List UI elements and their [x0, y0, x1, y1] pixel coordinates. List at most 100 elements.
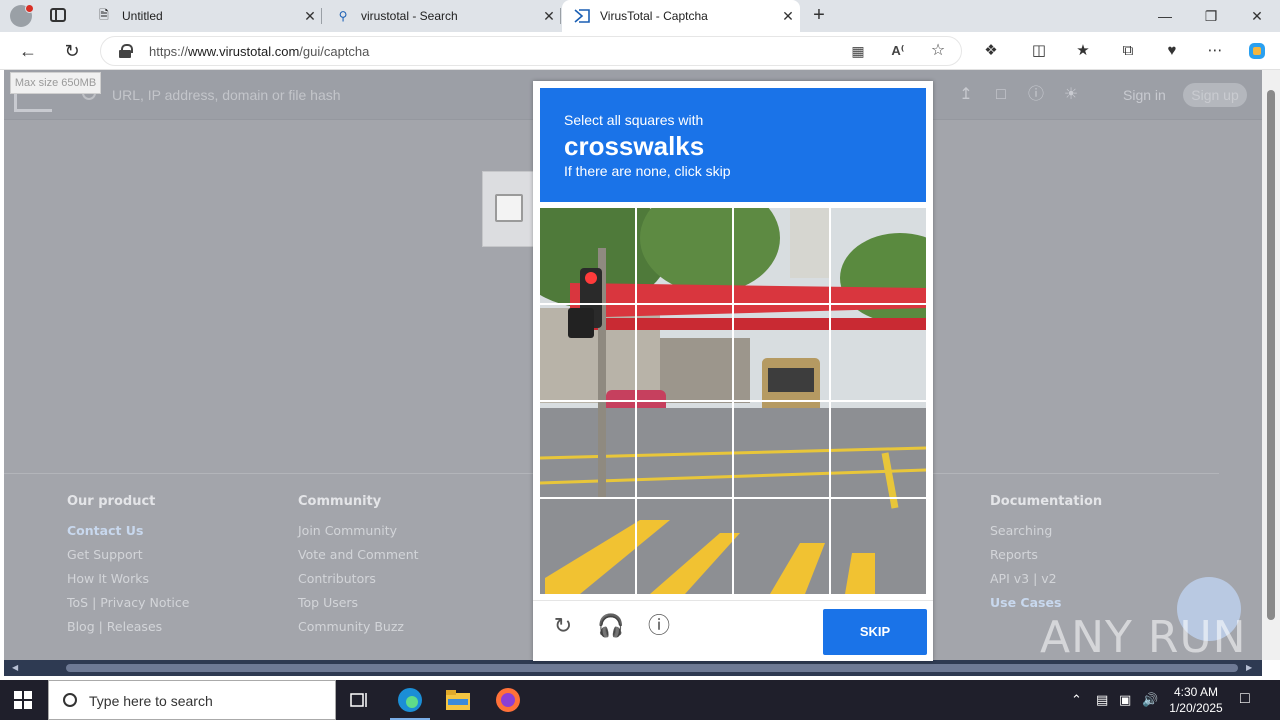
browser-essentials-icon[interactable]: ♥: [1162, 41, 1182, 61]
audio-icon[interactable]: 🎧: [597, 612, 625, 640]
read-aloud-icon[interactable]: A⁽: [889, 42, 907, 60]
captcha-tile[interactable]: [830, 401, 927, 498]
vertical-scrollbar[interactable]: [1262, 70, 1280, 660]
show-hidden-icons[interactable]: ⌃: [1071, 692, 1082, 708]
help-icon[interactable]: ⓘ: [1026, 85, 1046, 105]
captcha-tile[interactable]: [540, 305, 637, 402]
captcha-tile[interactable]: [830, 208, 927, 305]
url-text[interactable]: https://www.virustotal.com/gui/captcha: [149, 44, 369, 59]
collections-icon[interactable]: ⧉: [1118, 41, 1138, 61]
profile-avatar-icon[interactable]: [10, 4, 34, 27]
theme-toggle-icon[interactable]: ☀: [1061, 85, 1081, 105]
captcha-tile[interactable]: [830, 498, 927, 595]
skip-button[interactable]: SKIP: [823, 609, 927, 655]
captcha-header: Select all squares with crosswalks If th…: [540, 88, 926, 202]
captcha-hint: If there are none, click skip: [564, 163, 731, 179]
info-icon[interactable]: ⓘ: [645, 612, 673, 640]
footer-link-vote-comment[interactable]: Vote and Comment: [298, 547, 419, 571]
tab-title: VirusTotal - Captcha: [600, 9, 708, 23]
minimize-button[interactable]: —: [1142, 0, 1188, 32]
scroll-left-icon[interactable]: ◀: [12, 663, 18, 672]
tab-virustotal-captcha[interactable]: VirusTotal - Captcha ✕: [562, 0, 800, 32]
url-host: www.virustotal.com: [188, 44, 300, 59]
captcha-tile[interactable]: [540, 208, 637, 305]
edge-browser-icon[interactable]: [386, 680, 434, 720]
footer-link-api[interactable]: API v3 | v2: [990, 571, 1102, 595]
lock-icon[interactable]: [119, 44, 133, 58]
device-icon[interactable]: ▤: [1096, 692, 1108, 708]
upload-icon[interactable]: ↥: [956, 85, 976, 105]
footer-heading: Documentation: [990, 494, 1103, 509]
address-bar[interactable]: https://www.virustotal.com/gui/captcha ▦…: [100, 36, 962, 66]
sign-up-button[interactable]: Sign up: [1183, 83, 1247, 107]
captcha-tile[interactable]: [733, 305, 830, 402]
browser-tab-strip: 🗎 Untitled ✕ ⚲ virustotal - Search ✕ Vir…: [0, 0, 1280, 32]
clock-date: 1/20/2025: [1169, 701, 1223, 715]
footer-link-blog[interactable]: Blog | Releases: [67, 619, 189, 643]
virustotal-icon: [574, 8, 590, 24]
taskbar-clock[interactable]: 4:30 AM 1/20/2025: [1160, 684, 1232, 716]
captcha-tile[interactable]: [637, 208, 734, 305]
app-available-icon[interactable]: ▦: [849, 42, 867, 60]
notifications-icon[interactable]: □: [1240, 690, 1250, 708]
search-input[interactable]: URL, IP address, domain or file hash: [112, 87, 341, 103]
footer-link-join-community[interactable]: Join Community: [298, 523, 419, 547]
footer-link-get-support[interactable]: Get Support: [67, 547, 189, 571]
favorite-star-icon[interactable]: ☆: [929, 42, 947, 60]
favorites-icon[interactable]: ★: [1073, 41, 1093, 61]
tab-untitled[interactable]: 🗎 Untitled ✕: [84, 0, 322, 32]
network-icon[interactable]: ▣: [1119, 692, 1131, 708]
captcha-tile[interactable]: [733, 208, 830, 305]
task-view-icon[interactable]: [336, 680, 384, 720]
anyrun-watermark: ANY RUN: [1040, 612, 1247, 663]
split-screen-icon[interactable]: ◫: [1029, 41, 1049, 61]
tab-title: virustotal - Search: [361, 9, 458, 23]
taskbar-search-box[interactable]: Type here to search: [48, 680, 336, 720]
refresh-button[interactable]: ↻: [59, 38, 85, 64]
tab-actions-icon[interactable]: [50, 8, 66, 22]
footer-link-contributors[interactable]: Contributors: [298, 571, 419, 595]
copilot-icon[interactable]: [1247, 41, 1267, 61]
close-icon[interactable]: ✕: [537, 8, 561, 25]
captcha-tile[interactable]: [637, 305, 734, 402]
footer-link-how-it-works[interactable]: How It Works: [67, 571, 189, 595]
tab-virustotal-search[interactable]: ⚲ virustotal - Search ✕: [323, 0, 561, 32]
new-tab-button[interactable]: +: [808, 4, 830, 26]
file-explorer-icon[interactable]: [434, 680, 482, 720]
chat-icon[interactable]: □: [991, 85, 1011, 105]
recaptcha-widget: [482, 171, 534, 247]
captcha-tile[interactable]: [540, 498, 637, 595]
firefox-icon[interactable]: [484, 680, 532, 720]
footer-link-searching[interactable]: Searching: [990, 523, 1102, 547]
url-prefix: https://: [149, 44, 189, 59]
captcha-tile[interactable]: [540, 401, 637, 498]
captcha-tile[interactable]: [733, 498, 830, 595]
reload-icon[interactable]: ↻: [549, 612, 577, 640]
footer-link-top-users[interactable]: Top Users: [298, 595, 419, 619]
footer-heading: Our product: [67, 494, 156, 509]
more-menu-icon[interactable]: ⋯: [1205, 41, 1225, 61]
footer-link-reports[interactable]: Reports: [990, 547, 1102, 571]
captcha-tile[interactable]: [637, 401, 734, 498]
restore-button[interactable]: ❐: [1188, 0, 1234, 32]
captcha-tile[interactable]: [733, 401, 830, 498]
sign-in-link[interactable]: Sign in: [1123, 87, 1166, 103]
scroll-right-icon[interactable]: ▶: [1246, 663, 1252, 672]
url-path: /gui/captcha: [299, 44, 370, 59]
captcha-tile[interactable]: [637, 498, 734, 595]
close-window-button[interactable]: ✕: [1234, 0, 1280, 32]
captcha-tile[interactable]: [830, 305, 927, 402]
recaptcha-checkbox[interactable]: [495, 194, 523, 222]
back-button[interactable]: ←: [15, 38, 41, 64]
footer-community: Community Join Community Vote and Commen…: [298, 494, 419, 643]
footer-link-community-buzz[interactable]: Community Buzz: [298, 619, 419, 643]
scroll-thumb[interactable]: [1267, 90, 1275, 620]
footer-link-tos[interactable]: ToS | Privacy Notice: [67, 595, 189, 619]
close-icon[interactable]: ✕: [776, 8, 800, 25]
extensions-icon[interactable]: ❖: [981, 41, 1001, 61]
volume-icon[interactable]: 🔊: [1142, 692, 1158, 708]
footer-link-contact-us[interactable]: Contact Us: [67, 523, 189, 547]
scroll-thumb[interactable]: [66, 664, 1238, 672]
close-icon[interactable]: ✕: [298, 8, 322, 25]
windows-start-icon[interactable]: [14, 691, 32, 709]
